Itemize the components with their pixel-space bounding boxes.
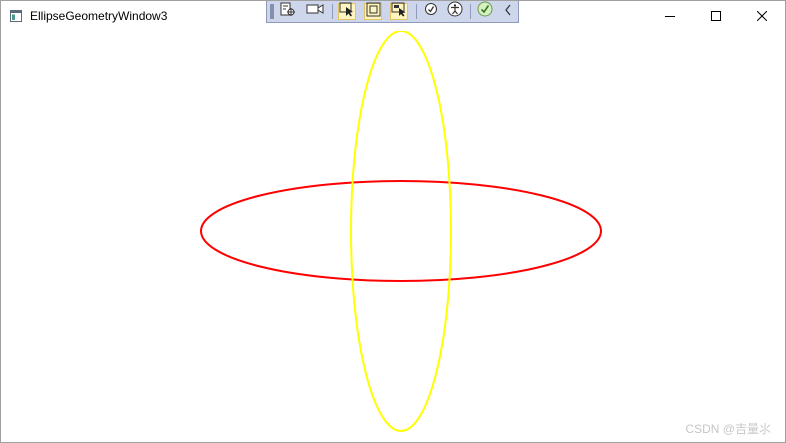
checkmark-status-button[interactable] xyxy=(476,1,494,22)
watermark-text: CSDN @吉量⺢ xyxy=(685,422,771,436)
display-layout-adorners-icon xyxy=(366,2,381,22)
window-title: EllipseGeometryWindow3 xyxy=(30,9,168,23)
accessibility-icon xyxy=(447,1,463,22)
toolbar-separator xyxy=(470,4,471,19)
binding-failures-button[interactable] xyxy=(422,3,440,20)
binding-failures-icon xyxy=(424,2,438,21)
xaml-debug-toolbar xyxy=(266,1,519,23)
close-icon xyxy=(757,11,767,21)
minimize-button[interactable] xyxy=(647,1,693,31)
select-element-button[interactable] xyxy=(338,2,356,22)
minimize-icon xyxy=(665,11,675,21)
checkmark-icon xyxy=(477,1,493,22)
track-focused-element-button[interactable] xyxy=(390,2,408,22)
drawing-canvas xyxy=(1,30,785,442)
record-button[interactable] xyxy=(306,3,324,20)
accessibility-checker-button[interactable] xyxy=(446,1,464,22)
toolbar-grip-handle[interactable] xyxy=(270,4,274,19)
close-button[interactable] xyxy=(739,1,785,31)
app-window: EllipseGeometryWindow3 CSDN @吉量⺢ xyxy=(0,0,786,443)
collapse-chevron-icon xyxy=(504,3,512,21)
video-camera-icon xyxy=(306,2,324,21)
track-focused-element-icon xyxy=(391,2,408,22)
display-layout-adorners-button[interactable] xyxy=(364,2,382,22)
maximize-button[interactable] xyxy=(693,1,739,31)
app-window-icon xyxy=(10,9,22,22)
toolbar-separator xyxy=(332,4,333,19)
collapse-toolbar-button[interactable] xyxy=(501,3,515,20)
select-element-icon xyxy=(339,2,355,22)
go-to-live-visual-tree-button[interactable] xyxy=(279,2,297,22)
go-to-live-visual-tree-icon xyxy=(280,2,296,22)
toolbar-separator xyxy=(416,4,417,19)
vertical-ellipse xyxy=(350,30,452,432)
horizontal-ellipse xyxy=(200,180,602,282)
maximize-icon xyxy=(711,11,721,21)
